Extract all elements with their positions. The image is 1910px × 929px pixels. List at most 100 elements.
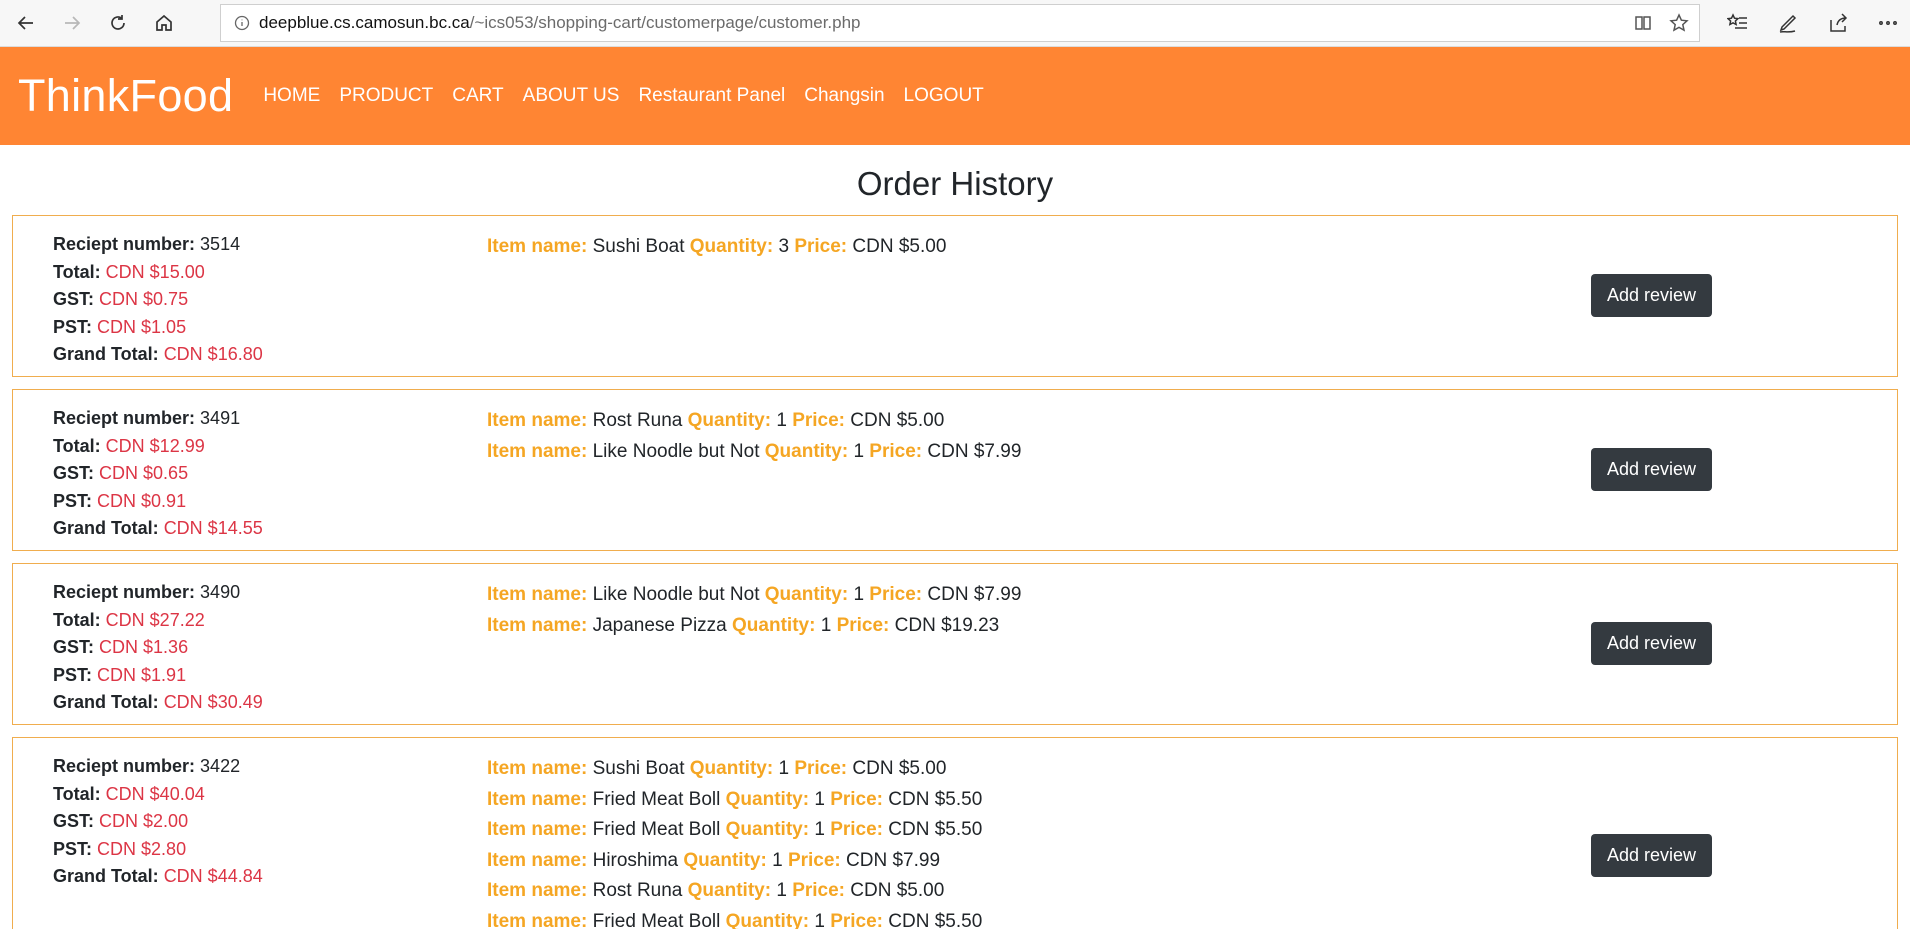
- order-pst-value: CDN $0.91: [97, 490, 187, 511]
- order-item: Item name: Sushi Boat Quantity: 1 Price:…: [487, 754, 1003, 785]
- item-price-value: CDN $5.00: [850, 410, 945, 431]
- browser-toolbar: deepblue.cs.camosun.bc.ca/~ics053/shoppi…: [0, 0, 1910, 47]
- site-info-icon[interactable]: [227, 15, 257, 31]
- arrow-right-icon: [65, 16, 81, 30]
- order-summary: Reciept number: 3514 Total: CDN $15.00 GST…: [13, 216, 487, 376]
- add-review-button[interactable]: Add review: [1591, 274, 1712, 317]
- nav-product[interactable]: PRODUCT: [339, 85, 433, 107]
- order-gst-row: GST: CDN $1.36: [53, 634, 487, 662]
- order-pst-label: PST:: [53, 316, 93, 337]
- item-price-label: Price:: [830, 819, 883, 840]
- item-name-label: Item name:: [487, 410, 588, 431]
- order-pst-value: CDN $2.80: [97, 838, 187, 859]
- nav-about-us[interactable]: ABOUT US: [523, 85, 620, 107]
- arrow-left-icon: [17, 16, 33, 30]
- url-text[interactable]: deepblue.cs.camosun.bc.ca/~ics053/shoppi…: [259, 13, 861, 33]
- nav-logout[interactable]: LOGOUT: [904, 85, 984, 107]
- item-name-label: Item name:: [487, 880, 588, 901]
- order-total-value: CDN $15.00: [105, 261, 205, 282]
- home-button[interactable]: [144, 3, 184, 43]
- item-name-value: Like Noodle but Not: [592, 584, 760, 605]
- item-name-label: Item name:: [487, 849, 588, 871]
- refresh-button[interactable]: [98, 3, 138, 43]
- item-price-value: CDN $5.50: [888, 819, 983, 840]
- order-pst-label: PST:: [53, 490, 93, 511]
- back-button[interactable]: [6, 3, 46, 43]
- order-pst-label: PST:: [53, 664, 93, 685]
- order-total-value: CDN $27.22: [105, 609, 205, 630]
- order-gst-row: GST: CDN $0.75: [53, 286, 487, 314]
- favorites-list-icon: [1727, 13, 1747, 29]
- add-review-button[interactable]: Add review: [1591, 622, 1712, 665]
- item-name-value: Hiroshima: [592, 849, 679, 871]
- nav-home[interactable]: HOME: [263, 85, 320, 107]
- home-icon: [156, 14, 172, 31]
- nav-links: HOME PRODUCT CART ABOUT US Restaurant Pa…: [263, 85, 983, 107]
- order-item: Item name: Japanese Pizza Quantity: 1 Pr…: [487, 611, 1021, 642]
- item-quantity-label: Quantity:: [732, 614, 816, 636]
- order-total-value: CDN $12.99: [105, 435, 205, 456]
- order-list: Reciept number: 3514 Total: CDN $15.00 GST…: [0, 215, 1910, 929]
- reading-view-icon[interactable]: [1633, 13, 1653, 33]
- order-gst-value: CDN $0.75: [99, 289, 189, 310]
- order-grand-total-label: Grand Total:: [53, 866, 159, 887]
- order-gst-value: CDN $2.00: [99, 811, 189, 832]
- order-total-value: CDN $40.04: [105, 783, 205, 804]
- more-button[interactable]: [1872, 7, 1904, 39]
- order-items: Item name: Like Noodle but Not Quantity:…: [487, 564, 1021, 724]
- item-price-label: Price:: [869, 584, 923, 605]
- order-gst-value: CDN $0.65: [99, 463, 189, 484]
- order-gst-value: CDN $1.36: [99, 637, 189, 658]
- order-total-row: Total: CDN $12.99: [53, 433, 487, 461]
- favorite-star-icon[interactable]: [1669, 13, 1689, 33]
- order-card: Reciept number: 3514 Total: CDN $15.00 GST…: [12, 215, 1898, 377]
- item-name-value: Fried Meat Boll: [592, 819, 721, 840]
- forward-button[interactable]: [52, 3, 92, 43]
- item-name-label: Item name:: [487, 584, 588, 605]
- add-review-button[interactable]: Add review: [1591, 834, 1712, 877]
- item-name-value: Like Noodle but Not: [592, 440, 760, 462]
- url-host: deepblue.cs.camosun.bc.ca: [259, 13, 470, 32]
- item-quantity-value: 1: [820, 614, 832, 636]
- order-grand-total-value: CDN $14.55: [163, 518, 263, 539]
- order-item: Item name: Sushi Boat Quantity: 3 Price:…: [487, 232, 946, 263]
- order-gst-row: GST: CDN $0.65: [53, 460, 487, 488]
- order-pst-value: CDN $1.05: [97, 316, 187, 337]
- order-total-label: Total:: [53, 435, 101, 456]
- add-review-button[interactable]: Add review: [1591, 448, 1712, 491]
- order-item: Item name: Fried Meat Boll Quantity: 1 P…: [487, 907, 1003, 929]
- item-price-label: Price:: [836, 614, 890, 636]
- order-total-label: Total:: [53, 783, 101, 804]
- web-notes-button[interactable]: [1772, 7, 1804, 39]
- nav-user-profile[interactable]: Changsin: [804, 85, 884, 107]
- nav-cart[interactable]: CART: [452, 85, 503, 107]
- order-total-row: Total: CDN $15.00: [53, 259, 487, 287]
- more-dots-icon: [1879, 21, 1897, 25]
- pen-icon: [1779, 14, 1797, 33]
- share-button[interactable]: [1822, 7, 1854, 39]
- order-grand-total-label: Grand Total:: [53, 692, 159, 713]
- item-name-label: Item name:: [487, 819, 588, 840]
- item-name-value: Fried Meat Boll: [592, 910, 721, 929]
- address-bar[interactable]: deepblue.cs.camosun.bc.ca/~ics053/shoppi…: [220, 4, 1700, 42]
- item-quantity-label: Quantity:: [687, 410, 772, 431]
- item-quantity-label: Quantity:: [687, 880, 772, 901]
- item-name-label: Item name:: [487, 758, 588, 779]
- item-quantity-label: Quantity:: [725, 819, 810, 840]
- item-price-label: Price:: [794, 236, 848, 257]
- item-price-label: Price:: [830, 910, 883, 929]
- brand-logo[interactable]: ThinkFood: [18, 70, 233, 122]
- order-pst-row: PST: CDN $2.80: [53, 836, 487, 864]
- order-pst-row: PST: CDN $0.91: [53, 488, 487, 516]
- item-name-label: Item name:: [487, 440, 588, 462]
- order-grand-total-value: CDN $16.80: [163, 344, 263, 365]
- item-quantity-label: Quantity:: [764, 440, 849, 462]
- nav-restaurant-panel[interactable]: Restaurant Panel: [638, 85, 785, 107]
- order-item: Item name: Fried Meat Boll Quantity: 1 P…: [487, 815, 1003, 846]
- order-total-row: Total: CDN $27.22: [53, 607, 487, 635]
- item-quantity-value: 1: [814, 910, 825, 929]
- favorites-hub-button[interactable]: [1722, 7, 1754, 39]
- order-grand-total-row: Grand Total: CDN $44.84: [53, 863, 487, 891]
- order-grand-total-label: Grand Total:: [53, 344, 159, 365]
- receipt-number-label: Reciept number:: [53, 582, 196, 602]
